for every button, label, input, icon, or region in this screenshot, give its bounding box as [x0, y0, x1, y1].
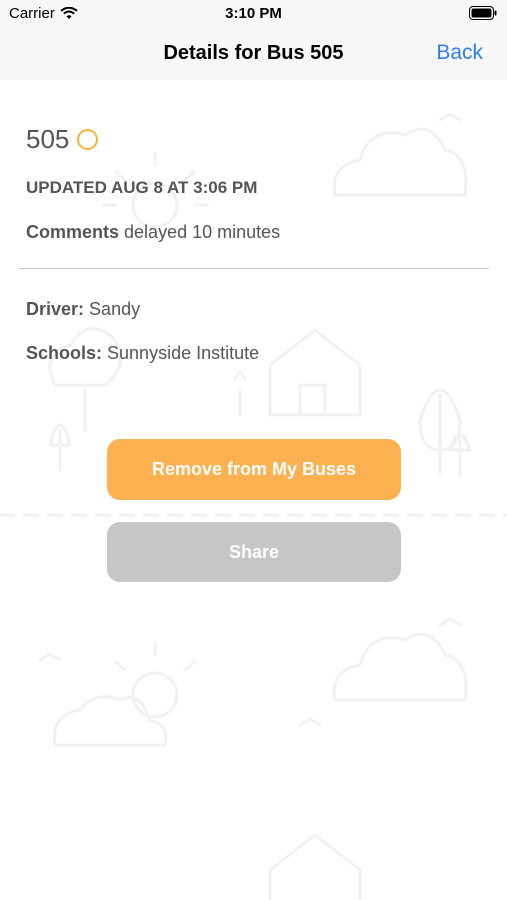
navigation-bar: Details for Bus 505 Back	[0, 28, 507, 80]
driver-value: Sandy	[89, 299, 141, 319]
status-circle-icon	[77, 129, 99, 150]
status-bar: Carrier 3:10 PM	[0, 0, 507, 28]
comments-row: Comments delayed 10 minutes	[26, 222, 280, 243]
driver-label: Driver:	[26, 299, 85, 319]
remove-from-my-buses-button[interactable]: Remove from My Buses	[107, 439, 401, 500]
comments-value: delayed 10 minutes	[124, 222, 281, 242]
status-time: 3:10 PM	[225, 5, 282, 22]
schools-value: Sunnyside Institute	[107, 343, 260, 363]
driver-row: Driver: Sandy	[26, 299, 140, 320]
comments-label: Comments	[26, 222, 120, 242]
battery-icon	[469, 6, 497, 25]
back-button[interactable]: Back	[436, 41, 483, 65]
schools-label: Schools:	[26, 343, 103, 363]
divider	[19, 268, 489, 269]
page-title: Details for Bus 505	[163, 42, 344, 64]
updated-timestamp: UPDATED AUG 8 AT 3:06 PM	[26, 178, 258, 197]
share-button[interactable]: Share	[107, 522, 401, 582]
bus-number: 505	[26, 124, 70, 154]
schools-row: Schools: Sunnyside Institute	[26, 343, 259, 364]
bus-header: 505	[26, 124, 99, 155]
